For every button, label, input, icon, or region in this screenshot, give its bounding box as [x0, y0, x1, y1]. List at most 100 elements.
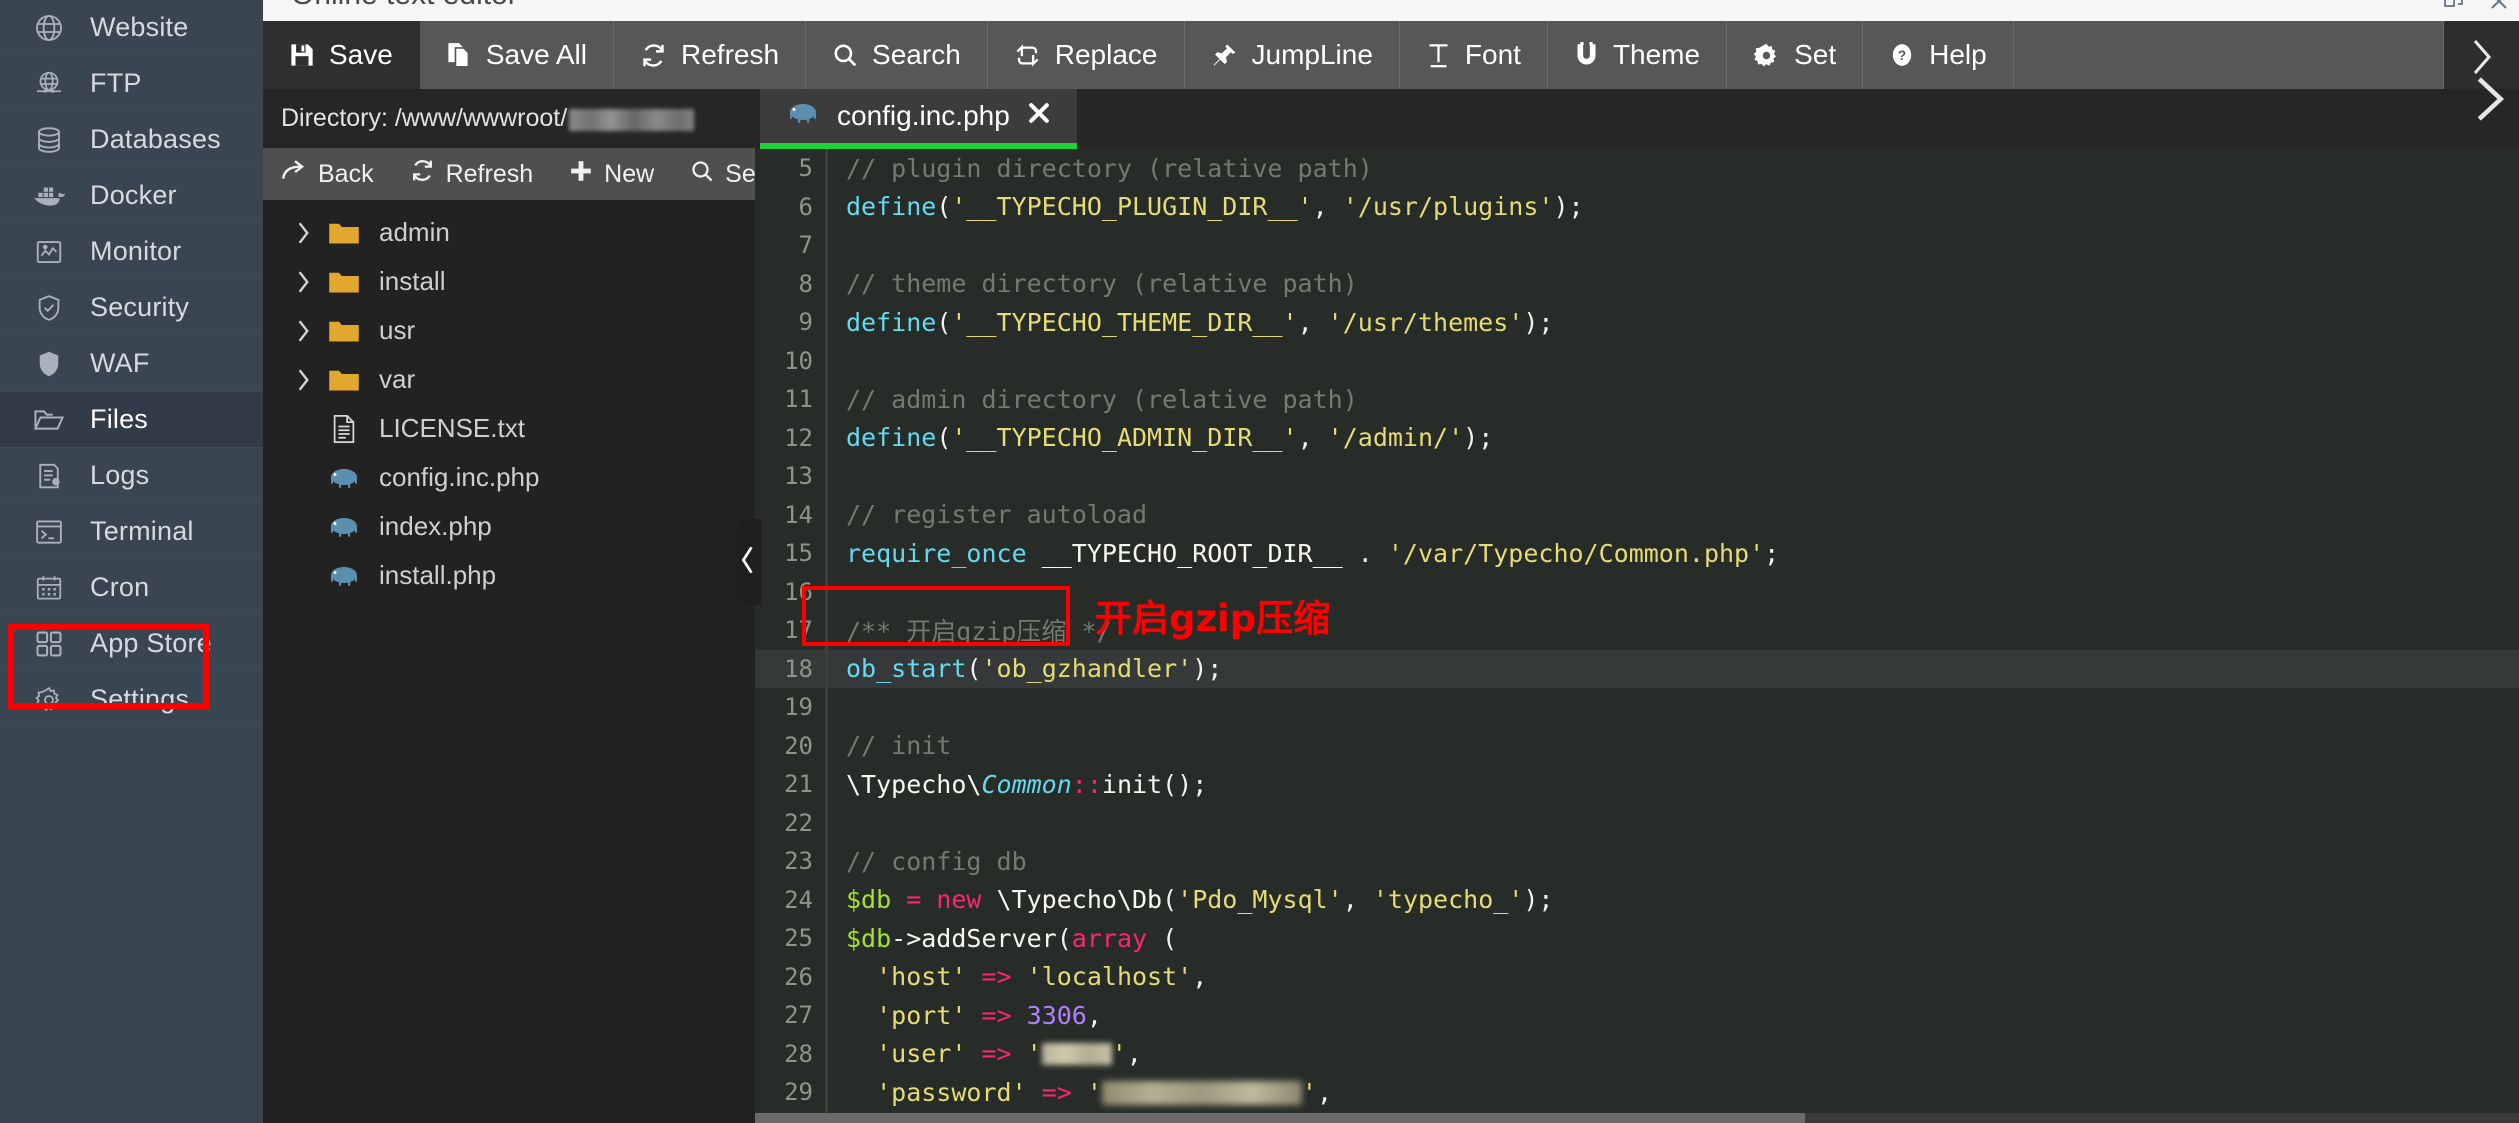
code-line: 28 'user' => ' ', [755, 1034, 2519, 1073]
sidebar-item-waf[interactable]: WAF [0, 336, 263, 392]
panel-collapse-handle[interactable] [735, 519, 761, 605]
line-number: 23 [784, 847, 813, 876]
window-controls[interactable] [2443, 0, 2509, 17]
expand-chevron-icon[interactable] [2473, 73, 2507, 130]
editor-tab-strip: config.inc.php [755, 89, 2519, 149]
sidebar-item-security[interactable]: Security [0, 280, 263, 336]
file-tool-label: Refresh [445, 159, 534, 188]
sidebar-item-settings[interactable]: Settings [0, 672, 263, 728]
code-line: 8 // theme directory (relative path) [755, 264, 2519, 303]
refresh-icon [410, 158, 435, 190]
search-icon [832, 42, 858, 68]
sidebar-item-monitor[interactable]: Monitor [0, 224, 263, 280]
code-line: 13 [755, 457, 2519, 496]
code-text: \Typecho\Common::init(); [846, 769, 1208, 799]
sidebar-item-terminal[interactable]: Terminal [0, 504, 263, 560]
code-text: // register autoload [846, 500, 1148, 530]
editor-toolbar: Save Save All Refresh Search Replace Jum… [263, 21, 2519, 89]
tree-item-folder[interactable]: var [263, 361, 755, 398]
file-tool-label: New [604, 159, 655, 188]
chevron-right-icon[interactable] [285, 270, 323, 294]
code-text: require_once __TYPECHO_ROOT_DIR__ . '/va… [846, 538, 1780, 568]
tree-item-file[interactable]: install.php [263, 557, 755, 594]
code-line: 16 [755, 572, 2519, 611]
sidebar-item-databases[interactable]: Databases [0, 112, 263, 168]
gutter-divider [825, 226, 828, 265]
code-line: 19 [755, 688, 2519, 727]
code-line: 17 /** 开启gzip压缩 */ [755, 611, 2519, 650]
code-line: 22 [755, 803, 2519, 842]
refresh-icon [640, 42, 667, 69]
sidebar-item-label: FTP [90, 68, 142, 98]
tree-item-folder[interactable]: install [263, 263, 755, 300]
sidebar-item-logs[interactable]: Logs [0, 448, 263, 504]
line-number: 9 [798, 308, 813, 337]
save-all-button[interactable]: Save All [420, 21, 614, 89]
replace-button[interactable]: Replace [988, 21, 1185, 89]
tab-config-inc-php[interactable]: config.inc.php [760, 89, 1077, 149]
sidebar-item-docker[interactable]: Docker [0, 168, 263, 224]
line-number: 10 [784, 346, 813, 375]
sidebar-item-website[interactable]: Website [0, 0, 263, 56]
sidebar-item-ftp[interactable]: FTP [0, 56, 263, 112]
save-button[interactable]: Save [263, 21, 420, 89]
terminal-icon [30, 513, 68, 551]
chevron-right-icon[interactable] [285, 221, 323, 245]
help-button[interactable]: ? Help [1863, 21, 2014, 89]
page-title: Online text editor [291, 0, 518, 12]
tree-item-folder[interactable]: admin [263, 214, 755, 251]
code-editor[interactable]: 5 // plugin directory (relative path) 6 de… [755, 149, 2519, 1123]
back-button[interactable]: Back [263, 159, 392, 190]
php-icon [323, 564, 365, 588]
sidebar-item-files[interactable]: Files [0, 392, 263, 448]
folder-icon [323, 269, 365, 295]
tree-item-file[interactable]: config.inc.php [263, 459, 755, 496]
set-button[interactable]: Set [1727, 21, 1864, 89]
php-icon [323, 466, 365, 490]
jumpline-button[interactable]: JumpLine [1185, 21, 1400, 89]
sidebar-item-label: App Store [90, 628, 212, 658]
sidebar-item-label: Settings [90, 684, 190, 714]
tree-item-file[interactable]: LICENSE.txt [263, 410, 755, 447]
redacted-value [1101, 1080, 1302, 1105]
php-icon [323, 515, 365, 539]
line-number: 15 [784, 539, 813, 568]
theme-button[interactable]: Theme [1548, 21, 1728, 89]
code-text: // plugin directory (relative path) [846, 153, 1373, 183]
search-button[interactable]: Search [806, 21, 988, 89]
refresh-button[interactable]: Refresh [392, 158, 552, 190]
tree-item-file[interactable]: index.php [263, 508, 755, 545]
new-button[interactable]: New [551, 159, 672, 190]
chevron-right-icon[interactable] [285, 319, 323, 343]
main-sidebar: Website FTP Databases Docker Monitor Sec… [0, 0, 263, 1123]
tree-item-label: var [379, 364, 416, 394]
line-number: 22 [784, 808, 813, 837]
gutter-divider [825, 572, 828, 611]
font-button[interactable]: Font [1400, 21, 1548, 89]
tree-item-label: usr [379, 315, 416, 345]
text-editor-dialog: Save Save All Refresh Search Replace Jum… [263, 21, 2519, 1123]
line-number: 19 [784, 693, 813, 722]
line-number: 20 [784, 731, 813, 760]
sidebar-item-app-store[interactable]: App Store [0, 616, 263, 672]
code-text: // config db [846, 846, 1027, 876]
toolbar-label: Set [1794, 39, 1837, 70]
tree-item-folder[interactable]: usr [263, 312, 755, 349]
refresh-button[interactable]: Refresh [614, 21, 807, 89]
file-panel-toolbar: Back Refresh New [263, 148, 804, 200]
code-line: 25 $db->addServer(array ( [755, 919, 2519, 958]
close-icon[interactable] [2489, 0, 2509, 16]
close-icon[interactable] [1027, 101, 1051, 132]
copy-icon [446, 42, 472, 68]
chevron-right-icon[interactable] [285, 368, 323, 392]
code-text: 'port' => 3306, [846, 1000, 1102, 1030]
sidebar-item-cron[interactable]: Cron [0, 560, 263, 616]
code-horizontal-scrollbar[interactable] [755, 1113, 2519, 1123]
restore-icon[interactable] [2443, 0, 2465, 17]
code-line: 7 [755, 226, 2519, 265]
tree-item-label: index.php [379, 511, 492, 541]
text-file-icon [323, 414, 365, 444]
floppy-icon [289, 42, 315, 68]
folder-icon [30, 401, 68, 439]
scrollbar-thumb[interactable] [755, 1113, 1805, 1123]
